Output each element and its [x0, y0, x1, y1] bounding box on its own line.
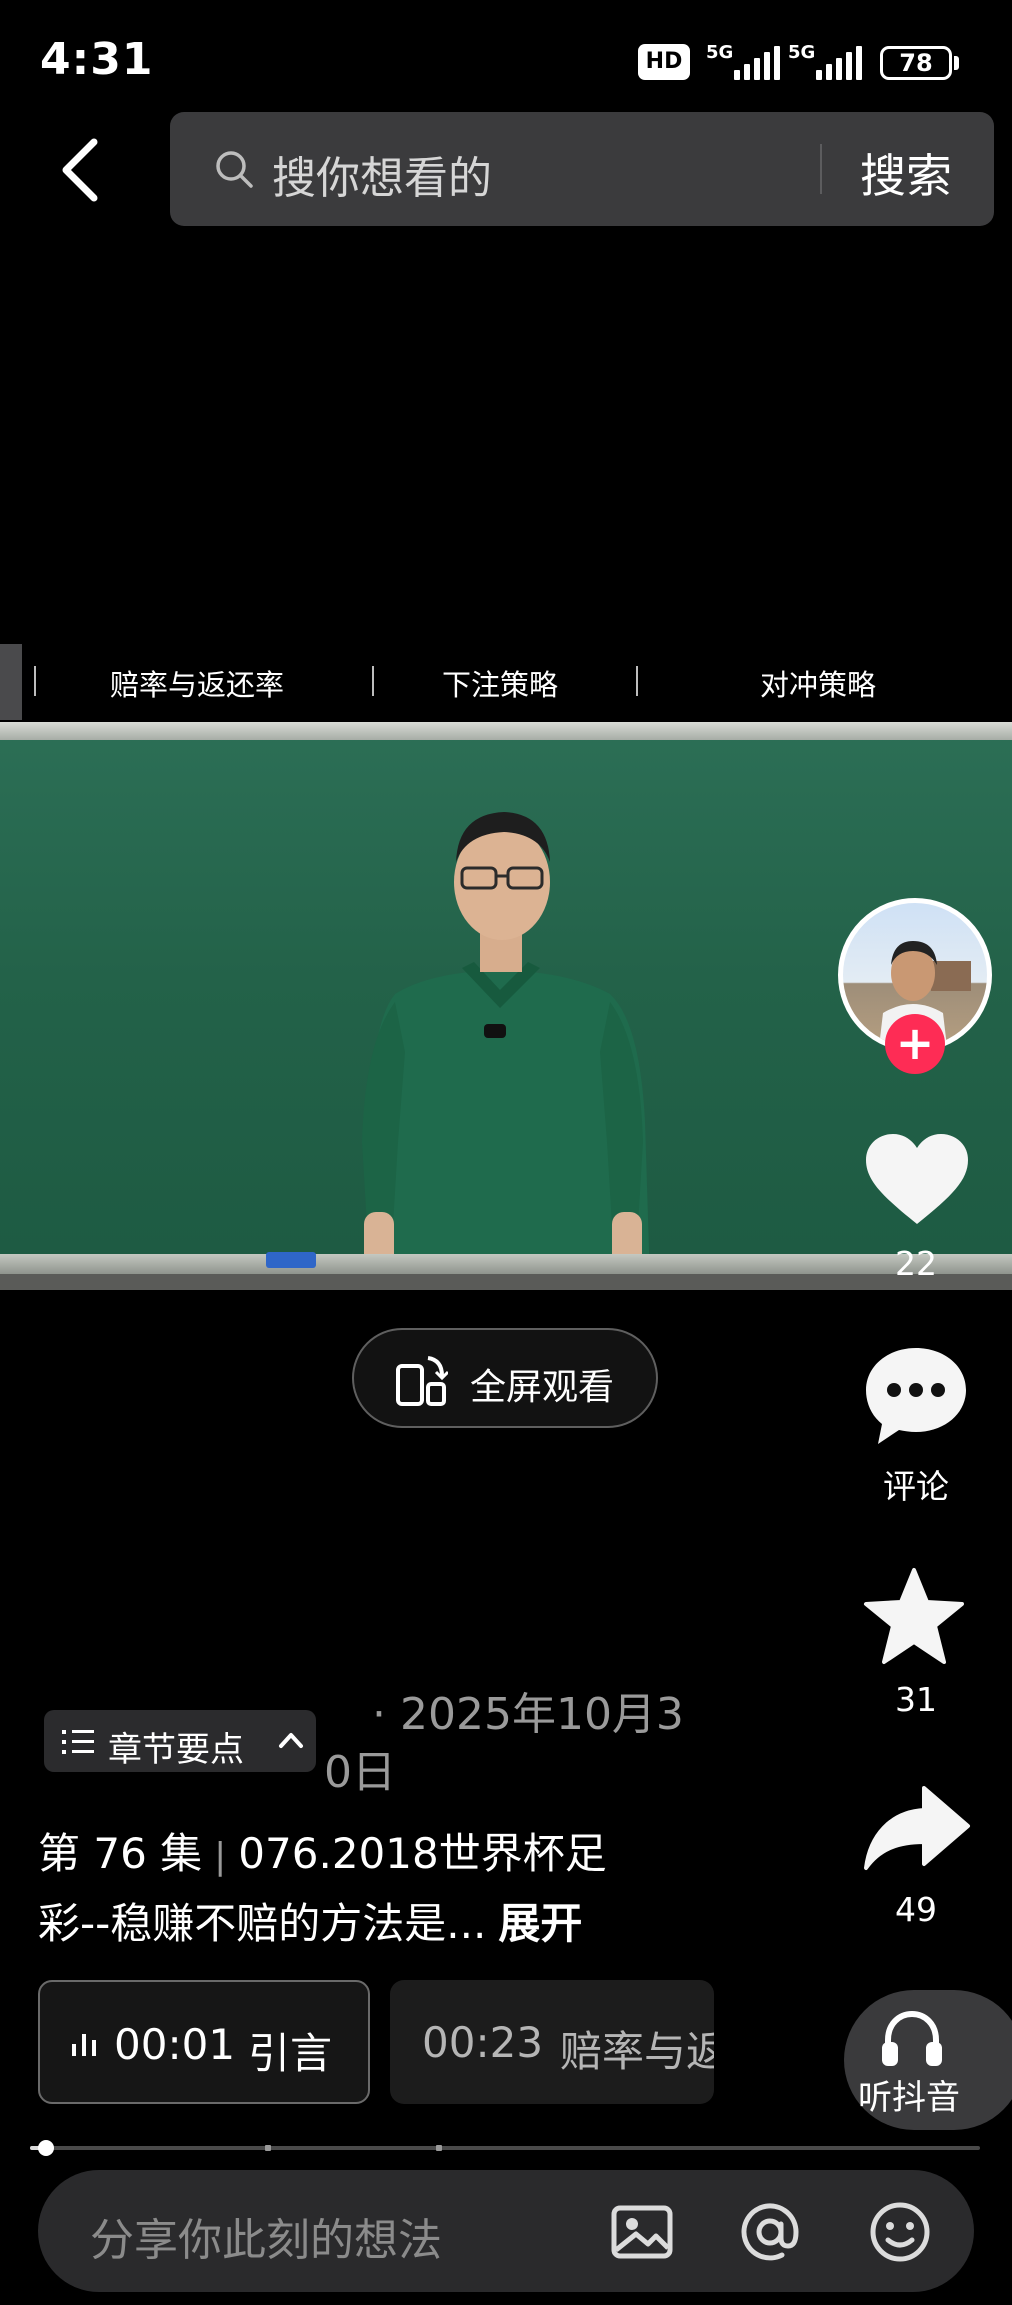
mention-at-icon[interactable]: [738, 2200, 802, 2264]
segment-time: 00:23: [422, 2018, 544, 2067]
title-separator: |: [214, 1836, 227, 1877]
image-icon[interactable]: [610, 2200, 674, 2264]
chapter-separator: [34, 666, 36, 696]
network-label-sim1: 5G: [706, 42, 734, 63]
network-label-sim2: 5G: [788, 42, 816, 63]
comment-bar: 分享你此刻的想法: [38, 2170, 974, 2292]
comment-icon[interactable]: [862, 1344, 970, 1448]
signal-sim1-icon: 5G: [706, 42, 786, 82]
favorite-star-icon[interactable]: [862, 1566, 966, 1666]
headphones-icon: [882, 2010, 942, 2066]
listen-label: 听抖音: [858, 2078, 960, 2118]
status-time: 4:31: [40, 34, 154, 85]
listen-douyin-button[interactable]: 听抖音: [844, 1990, 1012, 2130]
chapter-tab-betting-strategy[interactable]: 下注策略: [442, 662, 558, 704]
fullscreen-button[interactable]: 全屏观看: [352, 1328, 658, 1428]
board-eraser: [266, 1252, 316, 1268]
chapter-mark: [264, 2145, 271, 2151]
segment-card-active[interactable]: 00:01 引言: [38, 1980, 370, 2104]
chapter-mark: [435, 2145, 442, 2151]
playing-wave-icon: [72, 2034, 96, 2056]
chapter-tab-hedging-strategy[interactable]: 对冲策略: [760, 662, 876, 704]
chapter-highlights-chip[interactable]: 章节要点: [44, 1710, 316, 1772]
emoji-icon[interactable]: [868, 2200, 932, 2264]
segment-card[interactable]: 00:23 赔率与返: [390, 1980, 714, 2104]
segment-title: 引言: [248, 2029, 333, 2078]
share-count: 49: [895, 1890, 937, 1929]
comment-input[interactable]: 分享你此刻的想法: [90, 2204, 442, 2268]
video-progress-bar[interactable]: [30, 2140, 980, 2156]
chapter-separator: [372, 666, 374, 696]
chapter-bar-grip: [0, 644, 22, 720]
search-input[interactable]: 搜你想看的: [272, 142, 492, 206]
hd-voice-badge: HD: [638, 44, 690, 80]
publish-date: · 2025年10月30日: [324, 1689, 684, 1798]
chapter-separator: [636, 666, 638, 696]
progress-knob[interactable]: [38, 2140, 55, 2156]
follow-button[interactable]: +: [885, 1014, 945, 1074]
search-divider: [820, 144, 822, 194]
segment-time: 00:01: [114, 2020, 236, 2069]
segment-title: 赔率与返: [560, 2027, 714, 2076]
battery-icon: 78: [880, 46, 952, 80]
chapter-tab-odds[interactable]: 赔率与返还率: [110, 662, 284, 704]
search-button[interactable]: 搜索: [860, 140, 952, 206]
favorite-count: 31: [895, 1680, 937, 1719]
back-button[interactable]: [50, 130, 120, 210]
video-title-part-2: 彩--稳赚不赔的方法是...: [38, 1899, 487, 1948]
video-title-line-2: 彩--稳赚不赔的方法是... 展开: [38, 1890, 582, 1951]
like-count: 22: [895, 1244, 937, 1283]
status-bar: 4:31 HD 5G 5G 78: [0, 0, 1012, 120]
video-title-part-1: 076.2018世界杯足: [238, 1829, 607, 1878]
list-icon: [62, 1730, 94, 1754]
like-icon[interactable]: [862, 1130, 972, 1230]
battery-tip: [954, 56, 959, 70]
expand-link[interactable]: 展开: [498, 1899, 582, 1948]
signal-sim2-icon: 5G: [788, 42, 868, 82]
chevron-left-icon: [62, 138, 98, 202]
fullscreen-label: 全屏观看: [470, 1367, 615, 1408]
chapter-tab-bar: 赔率与返还率 下注策略 对冲策略: [0, 642, 1012, 722]
share-arrow-icon[interactable]: [862, 1784, 972, 1874]
search-bar[interactable]: 搜你想看的 搜索: [170, 112, 994, 226]
search-icon: [216, 151, 253, 188]
video-title-line-1: 第 76 集 | 076.2018世界杯足: [38, 1820, 607, 1881]
episode-number: 第 76 集: [38, 1829, 203, 1878]
comment-label: 评论: [883, 1467, 949, 1506]
chapter-highlights-label: 章节要点: [108, 1730, 244, 1770]
rotate-screen-icon: [396, 1356, 448, 1406]
chevron-up-icon: [279, 1733, 303, 1748]
